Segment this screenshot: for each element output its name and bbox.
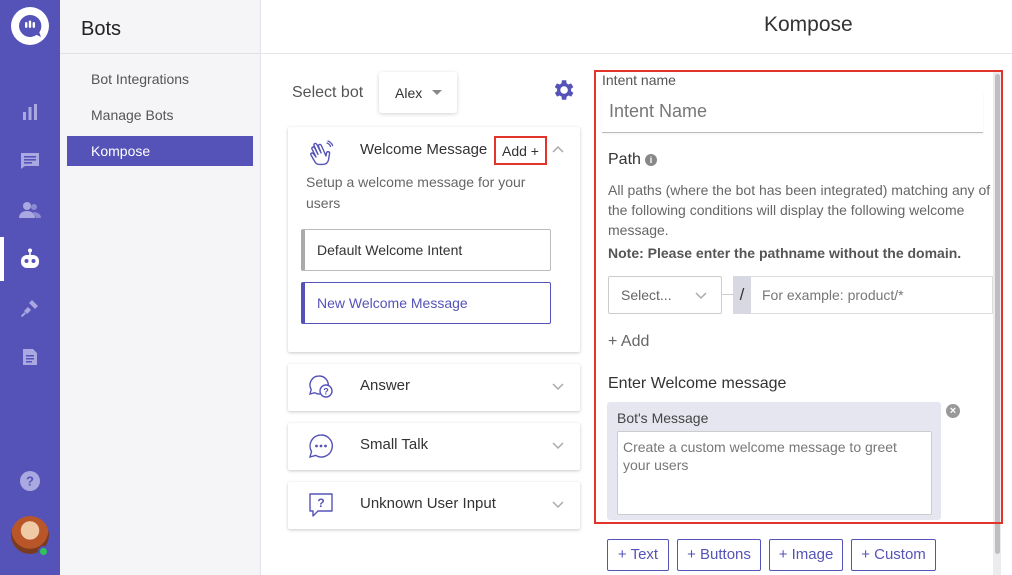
chevron-down-icon[interactable] — [552, 501, 564, 509]
svg-text:?: ? — [26, 474, 34, 489]
online-status-indicator — [38, 546, 49, 557]
header-divider — [261, 53, 1012, 54]
add-image-button[interactable]: + Image — [769, 539, 843, 571]
add-custom-button[interactable]: + Custom — [851, 539, 936, 571]
unknown-user-input-card[interactable]: ? Unknown User Input — [288, 482, 580, 529]
sidebar-item-kompose[interactable]: Kompose — [67, 136, 253, 166]
caret-down-icon — [432, 90, 443, 95]
bar-chart-icon[interactable] — [18, 100, 42, 124]
sidebar-item-manage-bots[interactable]: Manage Bots — [67, 100, 253, 130]
bots-sidebar: Bots Bot Integrations Manage Bots Kompos… — [60, 0, 261, 575]
svg-text:?: ? — [317, 496, 324, 510]
gear-icon[interactable] — [550, 77, 576, 103]
intent-default-welcome[interactable]: Default Welcome Intent — [301, 229, 551, 271]
help-icon[interactable]: ? — [18, 469, 42, 493]
editor-highlight-frame — [594, 70, 1003, 524]
answer-card[interactable]: ? Answer — [288, 364, 580, 411]
plug-icon[interactable] — [18, 296, 42, 320]
document-icon[interactable] — [18, 345, 42, 369]
sidebar-divider — [60, 53, 260, 54]
intent-new-welcome-message[interactable]: New Welcome Message — [301, 282, 551, 324]
add-text-button[interactable]: + Text — [607, 539, 669, 571]
sidebar-title: Bots — [81, 18, 122, 40]
chevron-down-icon[interactable] — [552, 383, 564, 391]
answer-title: Answer — [360, 377, 411, 394]
welcome-message-title: Welcome Message — [360, 141, 488, 158]
select-bot-label: Select bot — [292, 84, 364, 101]
question-bubble-icon: ? — [308, 492, 334, 518]
sidebar-item-bot-integrations[interactable]: Bot Integrations — [67, 64, 253, 94]
chevron-down-icon[interactable] — [552, 442, 564, 450]
waving-hand-icon — [308, 140, 334, 166]
add-buttons-button[interactable]: + Buttons — [677, 539, 761, 571]
svg-text:?: ? — [323, 387, 329, 397]
bot-select-value: Alex — [395, 84, 423, 101]
bot-icon[interactable] — [18, 247, 42, 271]
add-welcome-message-button[interactable]: Add + — [494, 136, 547, 165]
icon-rail: ? — [0, 0, 60, 575]
small-talk-chat-icon — [308, 433, 334, 459]
small-talk-card[interactable]: Small Talk — [288, 423, 580, 470]
bot-select-dropdown[interactable]: Alex — [379, 72, 457, 113]
rail-active-indicator — [0, 237, 4, 281]
chevron-up-icon[interactable] — [552, 145, 564, 153]
users-icon[interactable] — [18, 198, 42, 222]
app-logo-icon[interactable] — [11, 7, 49, 45]
unknown-user-input-title: Unknown User Input — [360, 495, 496, 512]
welcome-description: Setup a welcome message for your users — [306, 174, 526, 211]
page-title: Kompose — [764, 13, 853, 36]
message-icon[interactable] — [18, 149, 42, 173]
small-talk-title: Small Talk — [360, 436, 429, 453]
answer-chat-icon: ? — [308, 374, 334, 400]
